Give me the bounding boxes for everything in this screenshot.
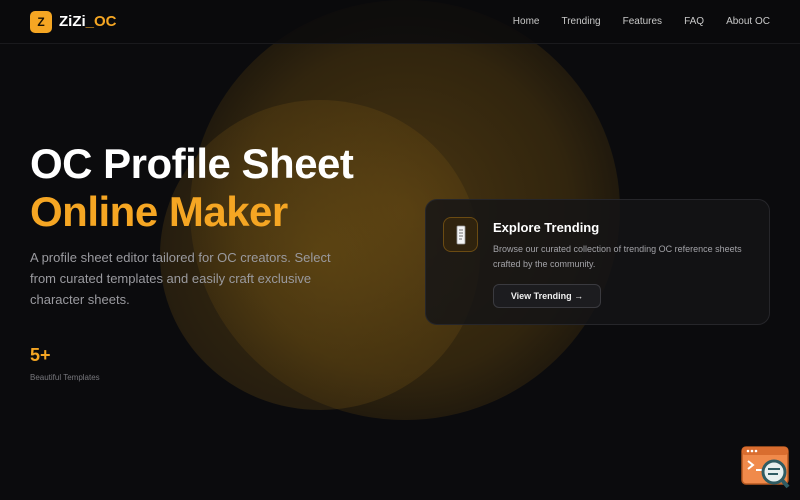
nav-trending[interactable]: Trending [561, 16, 600, 27]
top-navbar: Z ZiZi_OC Home Trending Features FAQ Abo… [0, 0, 800, 44]
nav-faq[interactable]: FAQ [684, 16, 704, 27]
hero-title-line1: OC Profile Sheet [30, 140, 354, 187]
logo-text[interactable]: ZiZi_OC [59, 13, 117, 30]
logo-badge[interactable]: Z [30, 11, 52, 33]
stat-label: Beautiful Templates [30, 373, 100, 382]
stat-value: 5+ [30, 345, 51, 365]
nav-features[interactable]: Features [623, 16, 662, 27]
card-title: Explore Trending [493, 220, 600, 235]
view-trending-button[interactable]: View Trending → [493, 284, 601, 308]
logo-name: ZiZi [59, 13, 86, 30]
nav-about-oc[interactable]: About OC [726, 16, 770, 27]
document-icon [443, 217, 478, 252]
logo-suffix: _OC [85, 13, 117, 30]
hero-title-line2: Online Maker [30, 188, 288, 235]
terminal-search-icon[interactable] [740, 445, 792, 490]
card-description: Browse our curated collection of trendin… [493, 244, 742, 269]
explore-trending-card: Explore Trending Browse our curated coll… [425, 199, 770, 325]
hero-title: OC Profile Sheet Online Maker [30, 140, 354, 236]
nav-home[interactable]: Home [513, 16, 540, 27]
main-nav: Home Trending Features FAQ About OC [513, 16, 770, 27]
hero-description: A profile sheet editor tailored for OC c… [30, 250, 331, 307]
